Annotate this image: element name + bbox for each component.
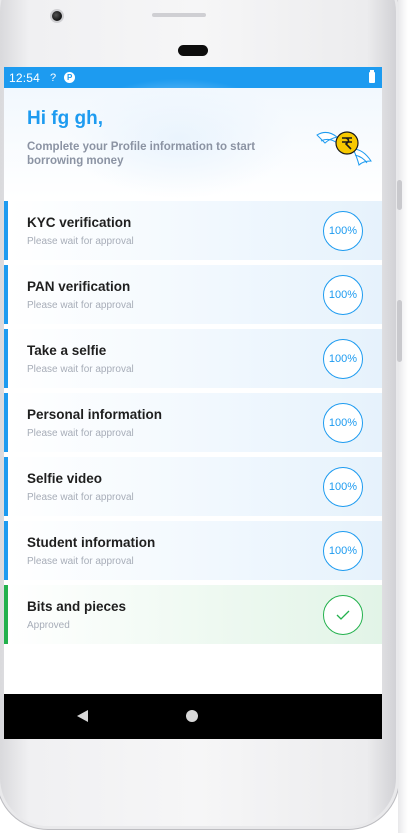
step-status: Approved bbox=[27, 620, 70, 631]
phone-edge bbox=[398, 0, 408, 833]
step-title: Student information bbox=[27, 535, 156, 550]
step-status: Please wait for approval bbox=[27, 236, 134, 247]
step-title: PAN verification bbox=[27, 279, 131, 294]
step-student-information[interactable]: Student information Please wait for appr… bbox=[4, 521, 382, 580]
step-title: KYC verification bbox=[27, 215, 132, 230]
earpiece bbox=[152, 13, 206, 17]
progress-indicator: 100% bbox=[323, 275, 363, 315]
step-take-a-selfie[interactable]: Take a selfie Please wait for approval 1… bbox=[4, 329, 382, 388]
speaker bbox=[178, 45, 208, 56]
check-icon bbox=[323, 595, 363, 635]
step-pan-verification[interactable]: PAN verification Please wait for approva… bbox=[4, 265, 382, 324]
app-screen: 12:54 ? P Hi fg gh, Complete your Profil… bbox=[4, 67, 382, 739]
flying-coin-icon bbox=[316, 131, 372, 166]
status-time: 12:54 bbox=[9, 70, 41, 85]
home-circle-icon[interactable] bbox=[186, 710, 198, 722]
step-kyc-verification[interactable]: KYC verification Please wait for approva… bbox=[4, 201, 382, 260]
step-title: Selfie video bbox=[27, 471, 103, 486]
wifi-question-icon: ? bbox=[50, 71, 57, 84]
header-decoration bbox=[64, 78, 294, 198]
progress-indicator: 100% bbox=[323, 467, 363, 507]
progress-indicator: 100% bbox=[323, 211, 363, 251]
greeting-title: Hi fg gh, bbox=[27, 108, 103, 129]
progress-indicator: 100% bbox=[323, 339, 363, 379]
badge-icon: P bbox=[64, 72, 76, 83]
step-bits-and-pieces[interactable]: Bits and pieces Approved bbox=[4, 585, 382, 644]
step-status: Please wait for approval bbox=[27, 428, 134, 439]
step-title: Personal information bbox=[27, 407, 163, 422]
volume-button bbox=[397, 180, 402, 210]
power-button bbox=[397, 300, 402, 362]
step-title: Bits and pieces bbox=[27, 599, 127, 614]
profile-steps-list: KYC verification Please wait for approva… bbox=[4, 201, 382, 649]
step-status: Please wait for approval bbox=[27, 492, 134, 503]
front-camera bbox=[50, 9, 64, 23]
step-status: Please wait for approval bbox=[27, 556, 134, 567]
progress-indicator: 100% bbox=[323, 403, 363, 443]
step-selfie-video[interactable]: Selfie video Please wait for approval 10… bbox=[4, 457, 382, 516]
android-nav-bar bbox=[4, 694, 382, 739]
step-title: Take a selfie bbox=[27, 343, 107, 358]
battery-icon bbox=[369, 70, 375, 83]
greeting-subtitle: Complete your Profile information to sta… bbox=[27, 141, 256, 167]
step-status: Please wait for approval bbox=[27, 300, 134, 311]
progress-indicator: 100% bbox=[323, 531, 363, 571]
back-triangle-icon[interactable] bbox=[77, 710, 88, 722]
step-status: Please wait for approval bbox=[27, 364, 134, 375]
step-personal-information[interactable]: Personal information Please wait for app… bbox=[4, 393, 382, 452]
